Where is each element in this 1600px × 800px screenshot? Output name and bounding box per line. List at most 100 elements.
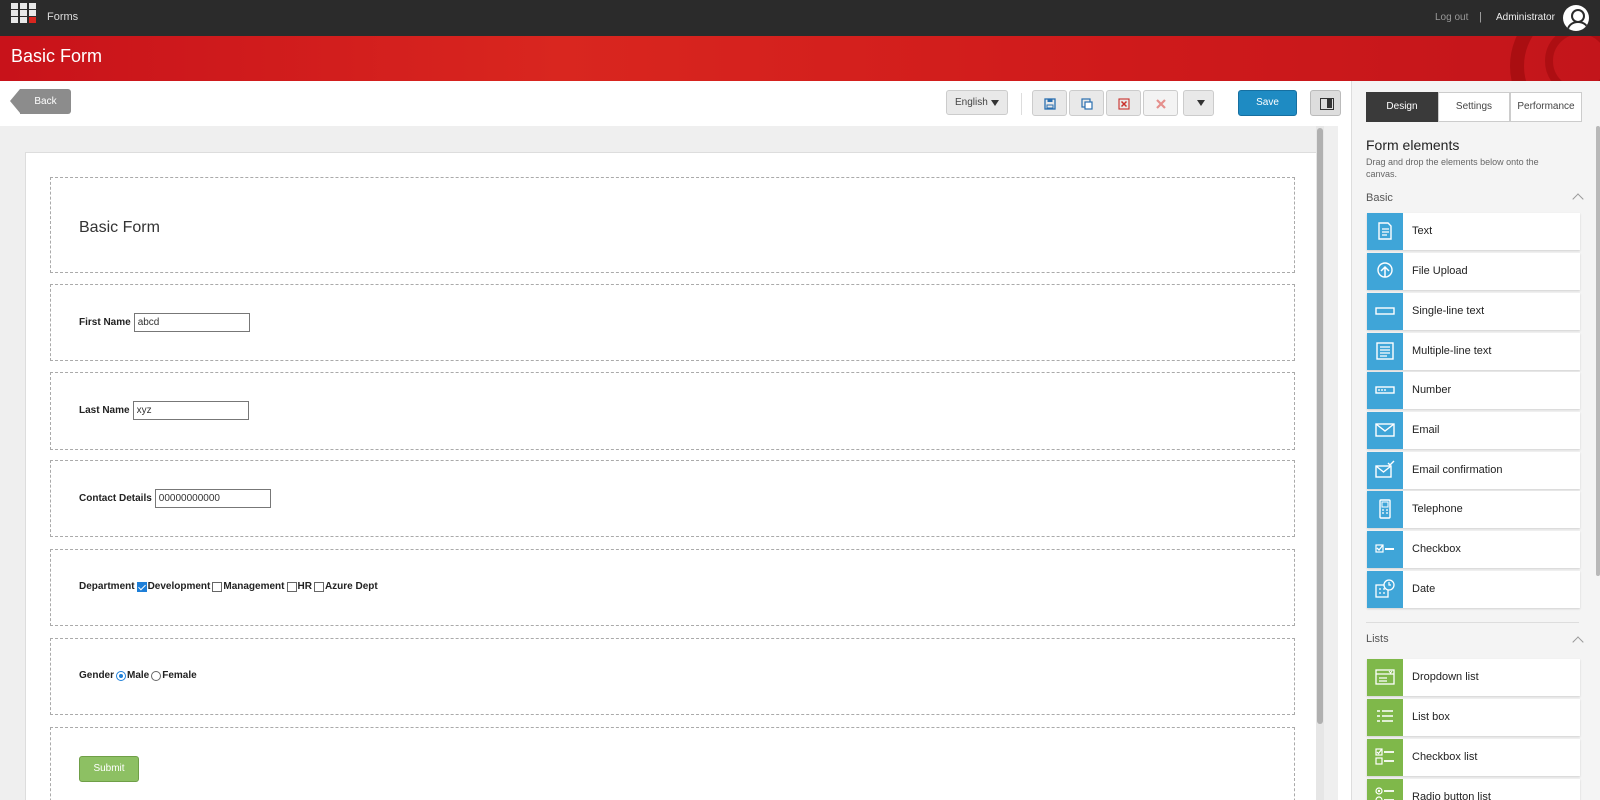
element-single-line-text[interactable]: Single-line text (1367, 293, 1580, 330)
element-label: Single-line text (1412, 305, 1485, 317)
envelope-check-icon (1367, 452, 1403, 489)
save-as-icon-button[interactable] (1069, 90, 1104, 116)
language-dropdown[interactable]: English (946, 90, 1008, 115)
single-line-icon (1367, 293, 1403, 330)
element-checkbox-list[interactable]: Checkbox list (1367, 739, 1580, 776)
element-email[interactable]: Email (1367, 412, 1580, 449)
element-label: File Upload (1412, 265, 1468, 277)
top-bar: Forms Log out | Administrator (0, 0, 1600, 36)
element-label: Telephone (1412, 503, 1463, 515)
contact-label: Contact Details (79, 493, 152, 504)
male-label: Male (127, 670, 150, 681)
panel-title: Form elements (1366, 137, 1460, 153)
canvas-scrollbar[interactable] (1316, 126, 1324, 800)
app-name: Forms (47, 11, 79, 23)
management-checkbox[interactable] (212, 581, 223, 592)
panel-description: Drag and drop the elements below onto th… (1366, 157, 1539, 179)
element-label: Checkbox list (1412, 751, 1478, 763)
female-label: Female (162, 670, 197, 681)
azure-dept-checkbox[interactable] (313, 581, 324, 592)
element-file-upload[interactable]: File Upload (1367, 253, 1580, 290)
element-checkbox[interactable]: Checkbox (1367, 531, 1580, 568)
contact-input[interactable] (154, 489, 271, 508)
contact-section[interactable]: Contact Details (50, 460, 1295, 537)
envelope-icon (1367, 412, 1403, 449)
basic-heading: Basic (1366, 192, 1393, 204)
checkbox-icon (1367, 531, 1403, 568)
gender-field: Gender Male Female (79, 670, 197, 681)
toolbar: Back English Save (0, 81, 1350, 126)
element-label: Date (1412, 583, 1436, 595)
element-email-confirmation[interactable]: Email confirmation (1367, 452, 1580, 489)
language-label: English (955, 97, 988, 108)
user-name[interactable]: Administrator (1496, 12, 1555, 23)
collapse-basic-icon[interactable] (1572, 193, 1584, 205)
female-radio[interactable] (151, 670, 162, 681)
logout-link[interactable]: Log out (1435, 12, 1468, 23)
panel-scrollbar[interactable] (1596, 126, 1600, 800)
element-dropdown-list[interactable]: Dropdown list (1367, 659, 1580, 696)
collapse-lists-icon[interactable] (1572, 636, 1584, 648)
form-canvas: Basic Form First Name Last Name Contact … (0, 126, 1338, 800)
element-text[interactable]: Text (1367, 213, 1580, 250)
element-label: Text (1412, 225, 1433, 237)
tab-settings[interactable]: Settings (1438, 92, 1510, 122)
submit-button[interactable]: Submit (79, 756, 139, 782)
element-radio-button-list[interactable]: Radio button list (1367, 779, 1580, 800)
gender-section[interactable]: Gender Male Female (50, 638, 1295, 715)
title-bar: Basic Form (0, 36, 1600, 81)
male-radio[interactable] (116, 670, 127, 681)
first-name-input[interactable] (133, 313, 250, 332)
app-logo-icon[interactable] (11, 3, 37, 23)
contact-field: Contact Details (79, 489, 271, 508)
gender-label: Gender (79, 670, 115, 681)
first-name-section[interactable]: First Name (50, 284, 1295, 361)
department-section[interactable]: Department Development Management HR Azu… (50, 549, 1295, 626)
element-number[interactable]: Number (1367, 372, 1580, 409)
department-field: Department Development Management HR Azu… (79, 581, 378, 592)
first-name-label: First Name (79, 317, 131, 328)
submit-section[interactable]: Submit (50, 727, 1295, 800)
save-button[interactable]: Save (1238, 90, 1297, 116)
phone-icon (1367, 491, 1403, 528)
delete-button[interactable] (1143, 90, 1178, 116)
chevron-down-icon (1197, 100, 1205, 106)
development-label: Development (147, 581, 211, 592)
panel-tabs: Design Settings Performance (1366, 92, 1582, 122)
management-label: Management (223, 581, 285, 592)
toggle-panel-button[interactable] (1310, 90, 1341, 116)
development-checkbox[interactable] (136, 581, 147, 592)
hr-label: HR (297, 581, 312, 592)
save-as-icon (1081, 98, 1093, 110)
tab-performance[interactable]: Performance (1510, 92, 1582, 122)
tab-design[interactable]: Design (1366, 92, 1438, 122)
more-actions-dropdown[interactable] (1183, 90, 1214, 116)
floppy-icon (1044, 98, 1056, 110)
save-icon-button[interactable] (1032, 90, 1067, 116)
number-icon (1367, 372, 1403, 409)
element-label: Number (1412, 384, 1452, 396)
last-name-input[interactable] (132, 401, 249, 420)
checkbox-list-icon (1367, 739, 1403, 776)
discard-button[interactable] (1106, 90, 1141, 116)
element-label: Radio button list (1412, 791, 1491, 800)
azure-dept-label: Azure Dept (324, 581, 378, 592)
hr-checkbox[interactable] (286, 581, 297, 592)
page-title: Basic Form (11, 46, 103, 66)
element-list-box[interactable]: List box (1367, 699, 1580, 736)
element-label: Email (1412, 424, 1440, 436)
lists-heading: Lists (1366, 633, 1389, 645)
last-name-section[interactable]: Last Name (50, 372, 1295, 450)
last-name-field: Last Name (79, 401, 249, 420)
dropdown-icon (1367, 659, 1403, 696)
listbox-icon (1367, 699, 1403, 736)
title-section[interactable]: Basic Form (50, 177, 1295, 273)
element-multiple-line-text[interactable]: Multiple-line text (1367, 333, 1580, 370)
avatar[interactable] (1563, 5, 1589, 31)
element-date[interactable]: Date (1367, 571, 1580, 608)
separator: | (1479, 11, 1482, 23)
element-label: Email confirmation (1412, 464, 1503, 476)
element-telephone[interactable]: Telephone (1367, 491, 1580, 528)
back-button[interactable]: Back (10, 89, 71, 114)
calendar-icon (1367, 571, 1403, 608)
